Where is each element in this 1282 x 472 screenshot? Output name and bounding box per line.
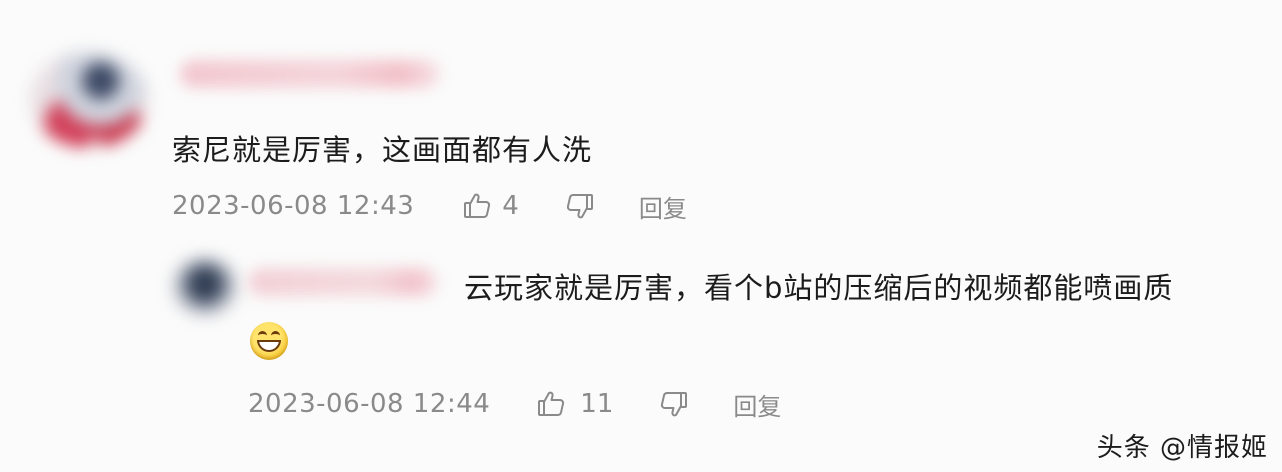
username[interactable]: [180, 60, 440, 88]
timestamp: 2023-06-08 12:43: [172, 191, 415, 221]
comment-meta: 2023-06-08 12:43 4 回复: [172, 188, 687, 224]
thumbs-down-icon[interactable]: [659, 389, 689, 419]
reply-button[interactable]: 回复: [639, 189, 687, 224]
watermark: 头条 @情报姬: [1096, 433, 1268, 463]
thumbs-up-icon[interactable]: [536, 389, 566, 419]
avatar[interactable]: [172, 258, 238, 316]
grinning-face-emoji-icon: [250, 322, 288, 360]
reply-meta: 2023-06-08 12:44 11 回复: [248, 386, 781, 422]
like-count: 11: [580, 389, 614, 419]
thumbs-down-icon[interactable]: [565, 191, 595, 221]
thumbs-up-icon[interactable]: [462, 191, 492, 221]
reply-text: 云玩家就是厉害，看个b站的压缩后的视频都能喷画质: [464, 271, 1174, 305]
comment-text: 索尼就是厉害，这画面都有人洗: [172, 133, 593, 167]
timestamp: 2023-06-08 12:44: [248, 389, 491, 419]
avatar[interactable]: [30, 52, 148, 148]
reply-button[interactable]: 回复: [733, 387, 781, 422]
like-count: 4: [502, 191, 519, 221]
username[interactable]: [248, 268, 438, 296]
